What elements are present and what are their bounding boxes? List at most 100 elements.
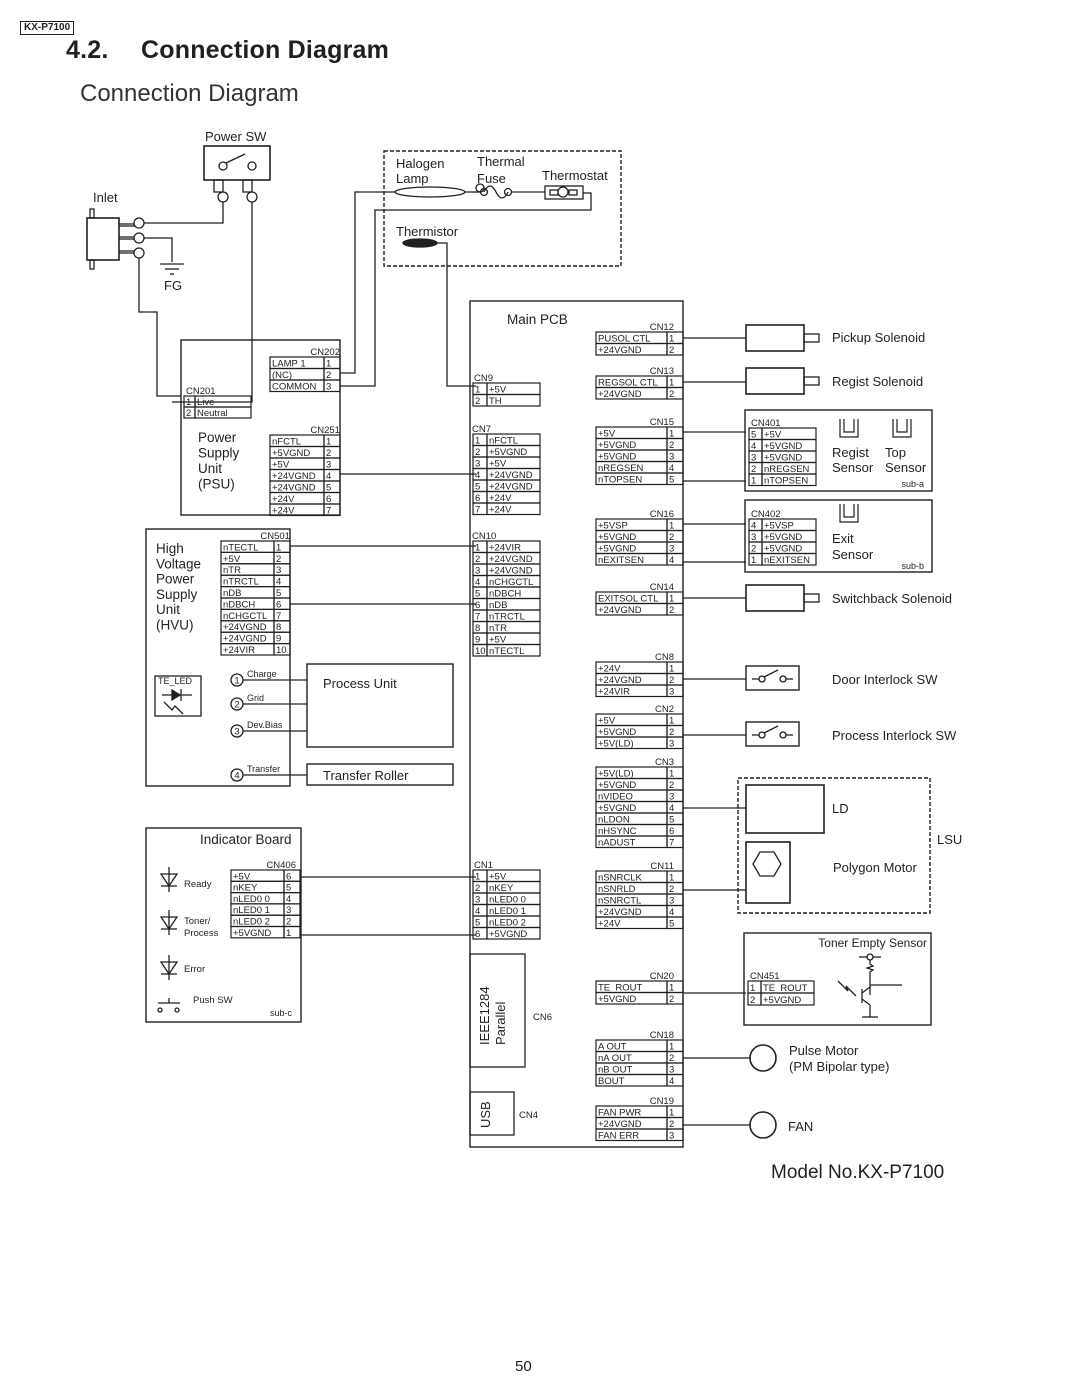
hvu-output-label: Transfer	[247, 764, 280, 774]
connector-cn451-pin-text: +5VGND	[763, 995, 801, 1006]
connector-cn1-pin-text: +5V	[489, 872, 507, 883]
pulse-motor-label: Pulse Motor	[789, 1043, 859, 1058]
connector-cn7-pin-text: +5VGND	[489, 447, 527, 458]
connector-cn2-pin-text: 2	[669, 727, 674, 738]
connector-cn3-label: CN3	[655, 757, 674, 768]
connector-cn15-pin-text: 4	[669, 463, 674, 474]
connector-cn501-pin-text: 3	[276, 565, 281, 576]
exit-sensor-label: Exit	[832, 531, 854, 546]
process-interlock-symbol	[745, 721, 800, 747]
connector-cn406-pin-text: 6	[286, 871, 291, 882]
connector-cn402-pin-text: +5VGND	[764, 544, 802, 555]
connector-cn251-pin-text: 2	[326, 448, 331, 459]
connector-cn251-pin-text: +24VGND	[272, 483, 316, 494]
connector-cn501-pin-text: 9	[276, 634, 281, 645]
connector-cn15-pin-text: 2	[669, 440, 674, 451]
exit-sensor-label: Sensor	[832, 547, 874, 562]
connector-cn501-pin-text: +24VIR	[223, 645, 255, 656]
connector-cn201-pin-text: 2	[186, 408, 191, 419]
connector-cn7-pin-text: +24VGND	[489, 470, 533, 481]
connector-cn8-pin-text: +24VGND	[598, 675, 642, 686]
connector-cn3-pin-text: 7	[669, 838, 674, 849]
connector-cn18-pin-text: 2	[669, 1053, 674, 1064]
connector-cn13-label: CN13	[650, 366, 674, 377]
connector-cn16-pin-text: 2	[669, 532, 674, 543]
connector-cn1-pin-text: 1	[475, 872, 480, 883]
regist-solenoid-symbol	[745, 367, 820, 395]
indicator-board-title: Indicator Board	[200, 832, 292, 847]
usb-label: USB	[478, 1101, 493, 1128]
connector-cn8-pin-text: +24VIR	[598, 687, 630, 698]
psu-label: Supply	[198, 446, 240, 461]
connector-cn7-pin-text: 2	[475, 447, 480, 458]
connector-cn14-pin-text: 1	[669, 594, 674, 605]
connector-cn10-pin-text: +5V	[489, 635, 507, 646]
connector-cn501-pin-text: nTR	[223, 565, 241, 576]
connector-cn11-pin-text: +24VGND	[598, 907, 642, 918]
connector-cn202-pin-text: 1	[326, 359, 331, 370]
connector-cn251-pin-text: +24V	[272, 506, 295, 517]
connector-cn10-pin-text: +24VGND	[489, 554, 533, 565]
connector-cn3-pin-text: nADUST	[598, 838, 636, 849]
main-pcb-title: Main PCB	[507, 312, 568, 327]
connector-cn20-pin-text: 1	[669, 983, 674, 994]
connector-cn202-pin-text: LAMP 1	[272, 359, 306, 370]
connector-cn401-pin-text: 5	[751, 430, 756, 441]
connector-cn3-pin-text: nHSYNC	[598, 826, 637, 837]
connector-cn8-pin-text: 2	[669, 675, 674, 686]
connector-cn201-pin-text: Neutral	[197, 408, 228, 419]
pickup-solenoid-label: Pickup Solenoid	[832, 330, 925, 345]
connector-cn501-pin-text: +24VGND	[223, 634, 267, 645]
connector-cn19-pin-text: 3	[669, 1131, 674, 1142]
connector-cn401-pin-text: 2	[751, 464, 756, 475]
connector-cn251-pin-text: +24VGND	[272, 471, 316, 482]
connector-cn401-pin-text: nTOPSEN	[764, 476, 808, 487]
connector-cn1-pin-text: nLED0 2	[489, 918, 526, 929]
connector-cn406-pin-text: nLED0 1	[233, 905, 270, 916]
connector-cn401-pin-text: +5V	[764, 430, 782, 441]
connector-cn406-pin-text: +5VGND	[233, 928, 271, 939]
connector-cn10-pin-text: 1	[475, 543, 480, 554]
connector-cn251-pin-text: +5V	[272, 460, 290, 471]
connector-cn201-label: CN201	[186, 386, 216, 397]
connector-cn1-pin-text: +5VGND	[489, 929, 527, 940]
connector-cn18-pin-text: A OUT	[598, 1042, 627, 1053]
connector-cn10-pin-text: nTRCTL	[489, 612, 525, 623]
connector-cn15-pin-text: nREGSEN	[598, 463, 644, 474]
hvu-output-number: 3	[234, 727, 239, 738]
connector-cn7-pin-text: 3	[475, 459, 480, 470]
psu-label: Power	[198, 430, 237, 445]
lsu-label: LSU	[937, 832, 962, 847]
connector-cn2-pin-text: +5V	[598, 716, 616, 727]
connector-cn8-pin-text: +24V	[598, 664, 621, 675]
push-sw-label: Push SW	[193, 995, 233, 1006]
connector-cn401-pin-text: +5VGND	[764, 441, 802, 452]
hvu-output-label: Grid	[247, 693, 264, 703]
connector-cn11-pin-text: 5	[669, 919, 674, 930]
connector-cn10-pin-text: nDBCH	[489, 589, 521, 600]
connector-cn406-pin-text: nLED0 0	[233, 894, 270, 905]
thermostat-label: Thermostat	[542, 168, 608, 183]
hvu-label: Supply	[156, 587, 198, 602]
switchback-solenoid-symbol	[745, 584, 820, 612]
connector-cn10-pin-text: 8	[475, 623, 480, 634]
connector-cn451-pin-text: 2	[750, 995, 755, 1006]
regist-solenoid-label: Regist Solenoid	[832, 374, 923, 389]
connector-cn501-pin-text: 2	[276, 554, 281, 565]
connector-cn16-pin-text: nEXITSEN	[598, 555, 644, 566]
connector-cn16-pin-text: 1	[669, 521, 674, 532]
connector-cn11-pin-text: nSNRLD	[598, 884, 636, 895]
page-number: 50	[515, 1358, 532, 1375]
connector-cn15-pin-text: 3	[669, 452, 674, 463]
inlet-label: Inlet	[93, 190, 118, 205]
connector-cn2-pin-text: +5VGND	[598, 727, 636, 738]
psu-label: Unit	[198, 461, 222, 476]
thermal-fuse-label: Thermal	[477, 154, 525, 169]
connector-cn3-pin-text: 5	[669, 815, 674, 826]
switchback-solenoid-label: Switchback Solenoid	[832, 591, 952, 606]
transfer-roller-label: Transfer Roller	[323, 768, 409, 783]
connector-cn9-pin-text: 2	[475, 396, 480, 407]
connector-cn3-pin-text: +5VGND	[598, 780, 636, 791]
connector-cn3-pin-text: 2	[669, 780, 674, 791]
process-unit-label: Process Unit	[323, 676, 397, 691]
